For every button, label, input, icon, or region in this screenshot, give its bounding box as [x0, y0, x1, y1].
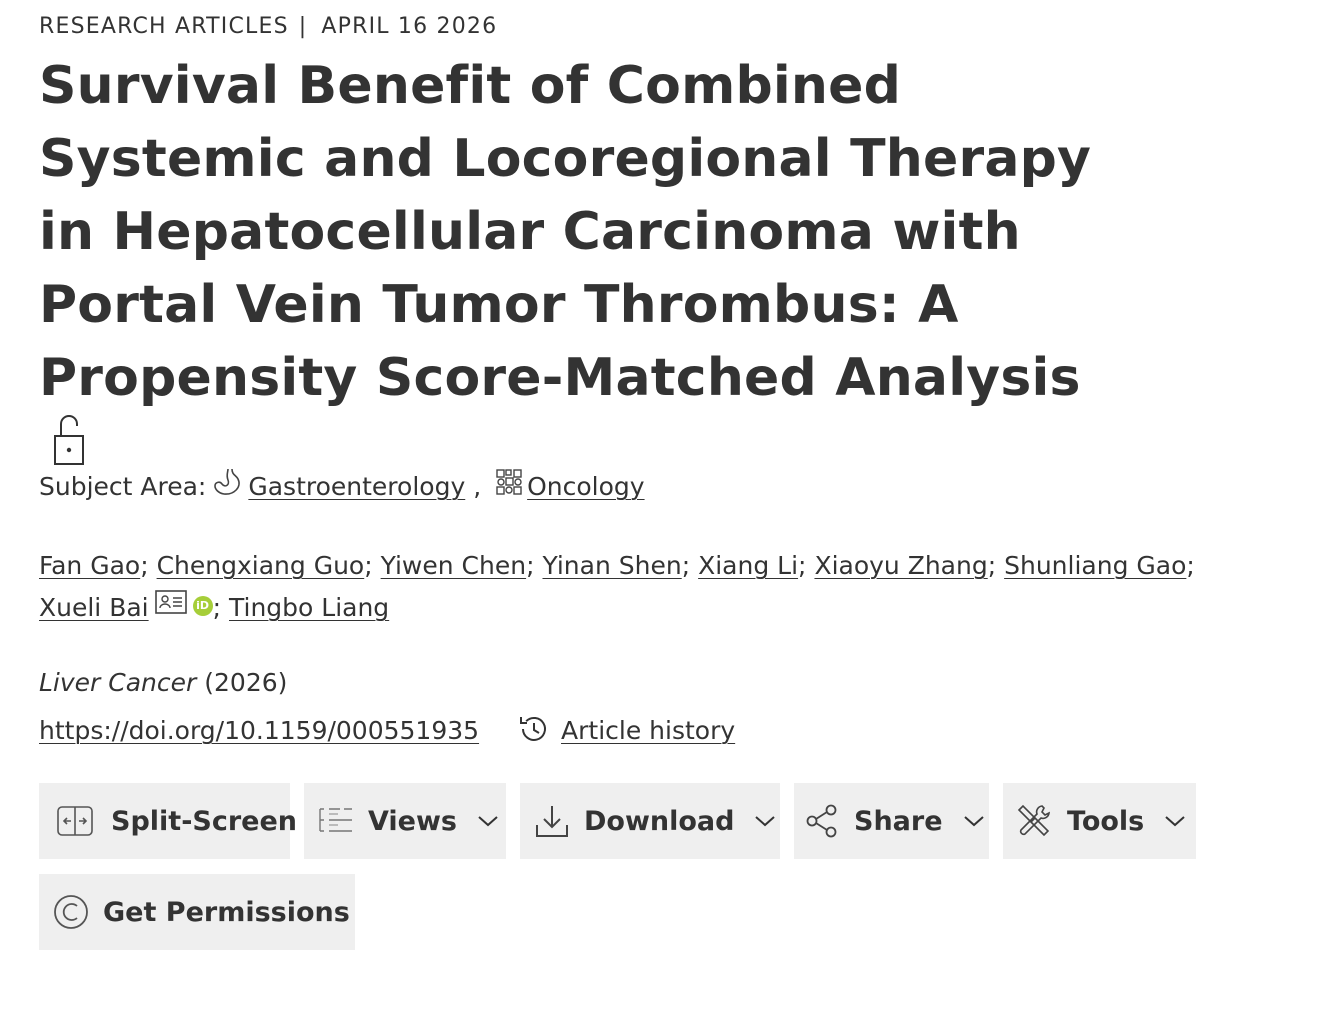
- copyright-icon: [53, 894, 89, 930]
- history-icon: [517, 716, 561, 745]
- subject-label: Subject Area:: [39, 472, 207, 501]
- article-title-text: Survival Benefit of Combined Systemic an…: [39, 56, 1092, 408]
- author-link[interactable]: Chengxiang Guo: [157, 551, 365, 580]
- author-list: Fan Gao; Chengxiang Guo; Yiwen Chen; Yin…: [39, 545, 1269, 630]
- article-history-link-group[interactable]: Article history: [517, 716, 735, 745]
- split-screen-button[interactable]: Split-Screen: [39, 783, 297, 859]
- chevron-down-icon: [477, 814, 499, 828]
- get-permissions-button[interactable]: Get Permissions: [39, 874, 355, 950]
- stomach-icon: [212, 467, 244, 503]
- download-dropdown[interactable]: Download: [520, 783, 780, 859]
- kicker-separator: |: [298, 14, 308, 39]
- split-screen-icon: [57, 806, 93, 836]
- download-label: Download: [584, 805, 735, 837]
- views-dropdown[interactable]: Views: [304, 783, 506, 859]
- subject-link-gastroenterology[interactable]: Gastroenterology: [248, 472, 465, 501]
- author-link[interactable]: Tingbo Liang: [229, 593, 389, 622]
- subject-separator: ,: [473, 472, 482, 501]
- chevron-down-icon: [1164, 814, 1186, 828]
- share-label: Share: [854, 805, 943, 837]
- author-link[interactable]: Xiaoyu Zhang: [814, 551, 987, 580]
- tools-icon: [1015, 802, 1053, 840]
- chevron-down-icon: [754, 814, 776, 828]
- views-label: Views: [368, 805, 458, 837]
- author-link[interactable]: Yiwen Chen: [381, 551, 526, 580]
- author-link[interactable]: Xiang Li: [698, 551, 798, 580]
- author-link[interactable]: Yinan Shen: [542, 551, 681, 580]
- split-screen-label: Split-Screen: [111, 805, 298, 837]
- get-permissions-label: Get Permissions: [103, 896, 350, 928]
- author-link[interactable]: Xueli Bai: [39, 593, 149, 622]
- cells-icon: [495, 468, 523, 502]
- contact-card-icon[interactable]: [154, 585, 187, 627]
- doi-link[interactable]: https://doi.org/10.1159/000551935: [39, 716, 479, 745]
- subject-link-oncology[interactable]: Oncology: [527, 472, 644, 501]
- orcid-icon[interactable]: iD: [192, 596, 213, 616]
- subject-area: Subject Area: Gastroenterology , Oncology: [39, 467, 645, 506]
- journal-name: Liver Cancer: [39, 668, 197, 697]
- author-link[interactable]: Shunliang Gao: [1004, 551, 1186, 580]
- download-icon: [534, 803, 570, 839]
- share-icon: [806, 804, 840, 838]
- article-date: APRIL 16 2026: [321, 14, 498, 39]
- author-link[interactable]: Fan Gao: [39, 551, 140, 580]
- article-category[interactable]: RESEARCH ARTICLES: [39, 14, 289, 39]
- chevron-down-icon: [963, 814, 985, 828]
- journal-year: (2026): [204, 668, 288, 697]
- tools-label: Tools: [1067, 805, 1145, 837]
- journal-citation: Liver Cancer (2026): [39, 668, 287, 697]
- views-list-icon: [318, 806, 354, 836]
- share-dropdown[interactable]: Share: [794, 783, 989, 859]
- article-title: Survival Benefit of Combined Systemic an…: [39, 50, 1119, 492]
- doi-row: https://doi.org/10.1159/000551935 Articl…: [39, 716, 735, 747]
- article-history-link[interactable]: Article history: [561, 716, 735, 745]
- tools-dropdown[interactable]: Tools: [1003, 783, 1196, 859]
- article-kicker: RESEARCH ARTICLES | APRIL 16 2026: [39, 14, 497, 39]
